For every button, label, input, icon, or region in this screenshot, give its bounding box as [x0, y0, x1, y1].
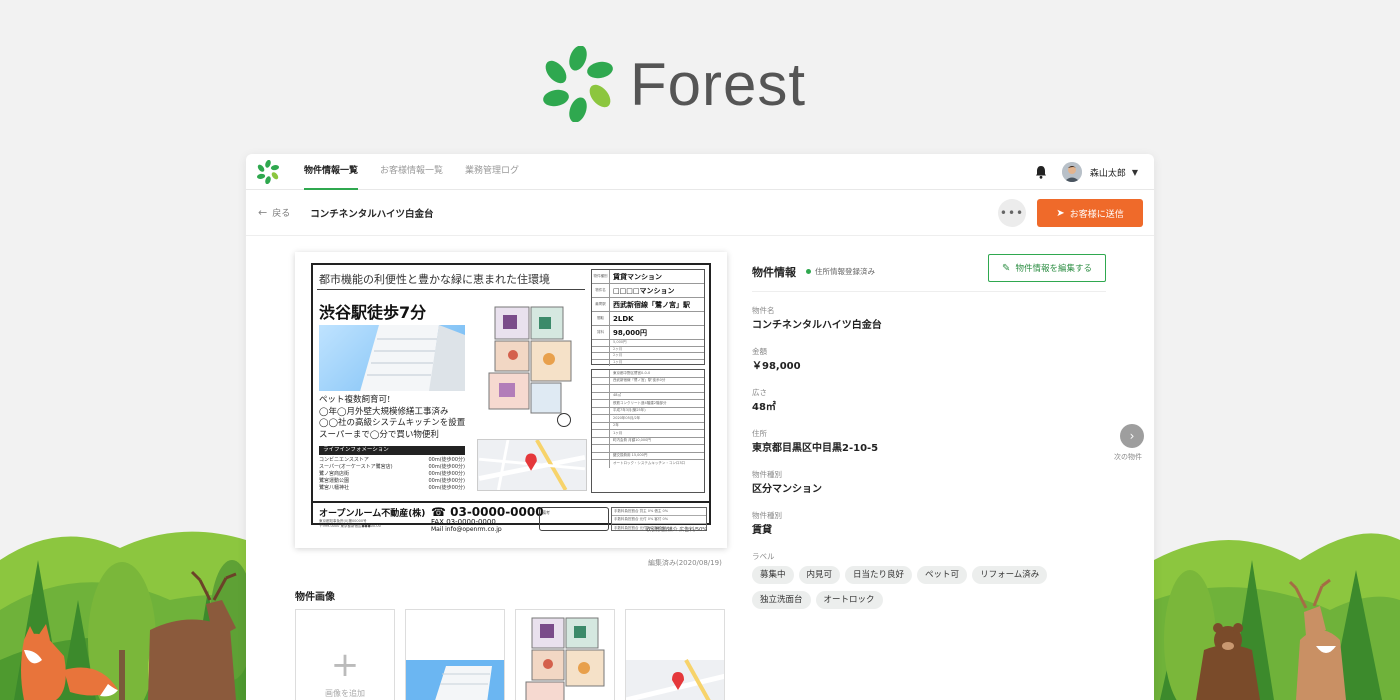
- life-info-title: ライフインフォメーション: [319, 446, 465, 455]
- list-item: 鷺宮八幡神社 00m(徒歩00分): [319, 485, 465, 491]
- user-photo: [1061, 162, 1082, 182]
- field-area: 広さ 48㎡: [752, 388, 776, 413]
- tab-work-log[interactable]: 業務管理ログ: [465, 154, 519, 190]
- label-chip[interactable]: オートロック: [815, 591, 883, 609]
- status-badge: 住所情報登録済み: [806, 266, 875, 277]
- remarks-box: 備考: [539, 507, 609, 531]
- page-title: コンチネンタルハイツ白金台: [310, 208, 434, 220]
- send-label: お客様に送信: [1069, 209, 1124, 220]
- tab-customer-list[interactable]: お客様情報一覧: [380, 154, 443, 190]
- compass-icon: [557, 413, 571, 427]
- flyer-detail-table: 東京都中野区鷺宮0-0-0 西武新宿線「鷺ノ宮」駅 徒歩0分 48㎡ 鉄筋コンク…: [591, 369, 705, 493]
- tab-property-list[interactable]: 物件情報一覧: [304, 154, 359, 190]
- flyer-footnote: 取引形態/媒介 広告料/50%: [645, 527, 707, 533]
- chevron-right-icon: ›: [1129, 429, 1135, 443]
- brand-header: Forest: [540, 44, 840, 124]
- more-options-button[interactable]: •••: [998, 199, 1026, 227]
- plus-icon: +: [330, 645, 360, 685]
- list-item: 鷺宮運動公園 00m(徒歩00分): [319, 478, 465, 484]
- agency-fax: FAX 03-0000-0000: [431, 518, 496, 526]
- label-chip[interactable]: 日当たり良好: [845, 566, 913, 584]
- add-image-label: 画像を追加: [325, 689, 365, 698]
- list-item: コンビニエンスストア 00m(徒歩00分): [319, 457, 465, 463]
- property-flyer[interactable]: 都市機能の利便性と豊かな緑に恵まれた住環境 渋谷駅徒歩7分 ペット複数飼育可! …: [295, 252, 727, 548]
- image-thumbnail[interactable]: [515, 609, 615, 700]
- images-section-title: 物件画像: [295, 592, 335, 603]
- chevron-down-icon[interactable]: ▼: [1132, 168, 1138, 177]
- user-name[interactable]: 森山太郎: [1090, 166, 1126, 179]
- field-address: 住所 東京都目黒区中目黒2-10-5: [752, 429, 879, 454]
- label-chip[interactable]: 独立洗面台: [752, 591, 811, 609]
- property-info-panel: 物件情報 住所情報登録済み ✎ 物件情報を編集する 物件名 コンチネンタルハイツ…: [752, 252, 1106, 616]
- field-price: 金額 ￥98,000: [752, 347, 801, 372]
- label-chip[interactable]: リフォーム済み: [972, 566, 1048, 584]
- agency-mail: Mail info@openrm.co.jp: [431, 526, 502, 533]
- edit-property-button[interactable]: ✎ 物件情報を編集する: [988, 254, 1106, 282]
- flyer-catchphrase: 都市機能の利便性と豊かな緑に恵まれた住環境: [319, 273, 550, 286]
- send-to-customer-button[interactable]: ➤ お客様に送信: [1037, 199, 1143, 227]
- field-transaction-type: 物件種別 賃貸: [752, 511, 782, 536]
- agency-name: オープンルーム不動産(株): [319, 509, 426, 519]
- field-property-name: 物件名 コンチネンタルハイツ白金台: [752, 306, 882, 331]
- bell-icon[interactable]: [1034, 165, 1048, 179]
- back-link[interactable]: ← 戻る: [258, 206, 290, 219]
- pencil-icon: ✎: [1002, 262, 1011, 274]
- label-chip[interactable]: ペット可: [917, 566, 968, 584]
- field-property-type: 物件種別 区分マンション: [752, 470, 822, 495]
- divider: [311, 501, 711, 503]
- label-chips: 募集中 内見可 日当たり良好 ペット可 リフォーム済み 独立洗面台 オートロック: [752, 566, 1072, 616]
- divider: [317, 289, 585, 290]
- info-header: 物件情報 住所情報登録済み ✎ 物件情報を編集する: [752, 252, 1106, 292]
- label-chip[interactable]: 募集中: [752, 566, 794, 584]
- life-info-list: コンビニエンスストア 00m(徒歩00分) スーパー(オーケーストア鷺宮店) 00m…: [319, 457, 465, 492]
- map-image: [477, 439, 587, 491]
- next-property-button[interactable]: ›: [1120, 424, 1144, 448]
- flyer-sheet: 都市機能の利便性と豊かな緑に恵まれた住環境 渋谷駅徒歩7分 ペット複数飼育可! …: [311, 263, 711, 533]
- property-toolbar: ← 戻る コンチネンタルハイツ白金台 ••• ➤ お客様に送信: [246, 190, 1154, 236]
- top-navigation: 物件情報一覧 お客様情報一覧 業務管理ログ 森山太郎 ▼: [246, 154, 1154, 190]
- next-property-label: 次の物件: [1114, 453, 1142, 461]
- agency-tel: ☎ 03-0000-0000: [431, 505, 544, 519]
- field-labels: ラベル 募集中 内見可 日当たり良好 ペット可 リフォーム済み 独立洗面台 オー…: [752, 552, 1106, 616]
- nav-tabs: 物件情報一覧 お客様情報一覧 業務管理ログ: [304, 154, 541, 190]
- paper-plane-icon: ➤: [1056, 207, 1065, 219]
- arrow-left-icon: ←: [258, 206, 268, 219]
- image-thumbnail[interactable]: [405, 609, 505, 700]
- agency-info: 東京都知事免許(0)第00000号 〒999-0000 東京都新宿区●●●00-…: [319, 519, 381, 528]
- image-thumbnail[interactable]: [625, 609, 725, 700]
- info-title: 物件情報: [752, 265, 796, 279]
- edit-label: 物件情報を編集する: [1015, 264, 1092, 274]
- flyer-main-table: 物件種別 賃貸マンション 物件名 □□□□マンション 最寄駅 西武新宿線「鷺ノ宮」駅 …: [591, 269, 705, 366]
- building-photo: [319, 325, 465, 391]
- image-thumbnails: + 画像を追加: [295, 609, 735, 700]
- label-chip[interactable]: 内見可: [798, 566, 841, 584]
- flyer-features: ペット複数飼育可! ◯年◯月外壁大規模修繕工事済み ◯◯社の高級システムキッチン…: [319, 395, 466, 440]
- brand-name: Forest: [630, 50, 807, 118]
- avatar[interactable]: [1061, 162, 1082, 182]
- list-item: 鷺ノ宮商店街 00m(徒歩00分): [319, 471, 465, 477]
- app-window: 物件情報一覧 お客様情報一覧 業務管理ログ 森山太郎 ▼ ← 戻る コンチネンタ…: [246, 154, 1154, 700]
- user-area: 森山太郎 ▼: [1034, 154, 1138, 190]
- leaf-wreath-icon: [543, 46, 613, 122]
- back-label: 戻る: [272, 209, 291, 219]
- edited-timestamp: 編集済み(2020/08/19): [648, 559, 722, 567]
- flyer-station: 渋谷駅徒歩7分: [319, 303, 427, 322]
- leaf-wreath-icon[interactable]: [256, 159, 280, 184]
- floor-plan-image: [488, 306, 572, 414]
- add-image-button[interactable]: + 画像を追加: [295, 609, 395, 700]
- list-item: スーパー(オーケーストア鷺宮店) 00m(徒歩00分): [319, 464, 465, 470]
- status-dot-icon: [806, 269, 811, 274]
